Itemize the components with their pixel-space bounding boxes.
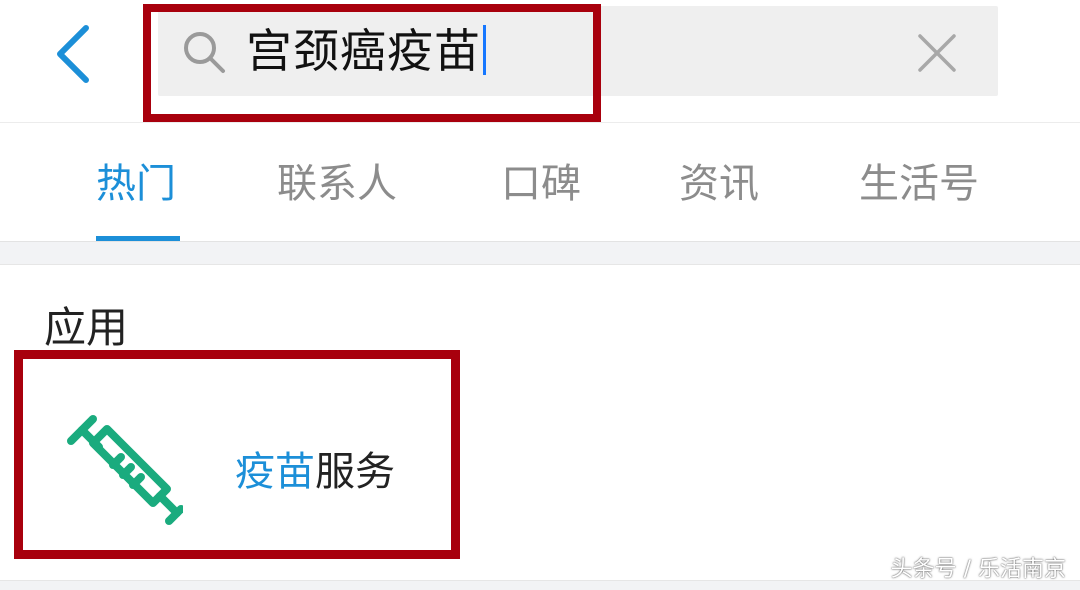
close-icon	[918, 34, 956, 72]
tab-contacts[interactable]: 联系人	[277, 159, 397, 209]
search-header: 宫颈癌疫苗	[0, 0, 1080, 123]
text-caret	[483, 25, 486, 75]
clear-search-button[interactable]	[914, 30, 960, 76]
app-result-label: 疫苗服务	[235, 447, 395, 497]
app-label-rest: 服务	[315, 449, 395, 495]
app-result-vaccine-service[interactable]: 疫苗服务	[14, 350, 460, 559]
tab-reviews[interactable]: 口碑	[501, 159, 581, 209]
tab-life-accounts[interactable]: 生活号	[859, 159, 979, 209]
tab-news[interactable]: 资讯	[679, 159, 759, 209]
section-title-apps: 应用	[44, 303, 129, 352]
category-tabs: 热门 联系人 口碑 资讯 生活号	[0, 123, 1080, 241]
search-icon	[184, 32, 225, 73]
search-query[interactable]: 宫颈癌疫苗	[246, 20, 486, 82]
tab-hot[interactable]: 热门	[96, 159, 176, 209]
search-input[interactable]: 宫颈癌疫苗	[158, 6, 998, 96]
back-button[interactable]	[44, 18, 104, 90]
app-label-highlight: 疫苗	[235, 449, 315, 495]
section-divider	[0, 241, 1080, 265]
chevron-left-icon	[57, 25, 89, 83]
watermark-text: 头条号 / 乐活南京	[890, 557, 1066, 582]
syringe-icon	[67, 415, 183, 525]
search-query-text: 宫颈癌疫苗	[246, 24, 481, 78]
